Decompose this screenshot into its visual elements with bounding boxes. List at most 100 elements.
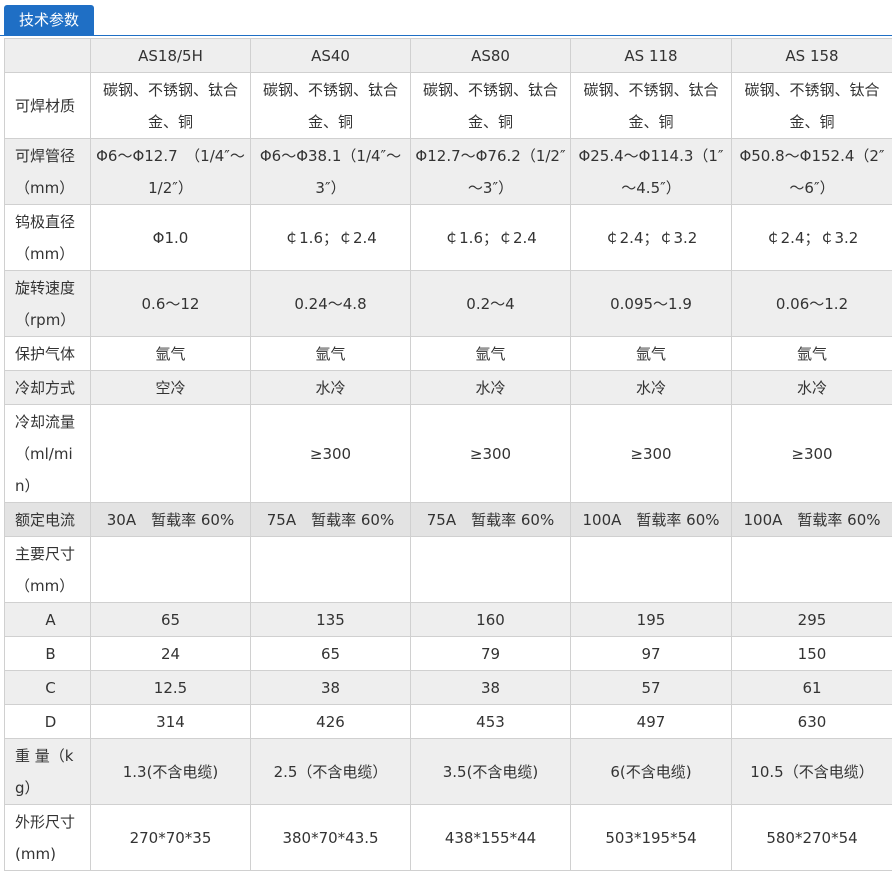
table-cell <box>731 536 892 603</box>
row-label: 重 量（kg） <box>4 738 91 805</box>
table-cell: ≥300 <box>410 404 571 503</box>
table-cell: 295 <box>731 602 892 637</box>
table-cell: ￠1.6；￠2.4 <box>410 204 571 271</box>
row-label: B <box>4 636 91 671</box>
table-cell: Φ6～Φ12.7 （1/4″～1/2″） <box>90 138 251 205</box>
table-cell: 75A 暂载率 60% <box>410 502 571 537</box>
table-cell: 100A 暂载率 60% <box>570 502 732 537</box>
table-cell: 79 <box>410 636 571 671</box>
table-row: 冷却流量（ml/min） ≥300 ≥300 ≥300 ≥300 <box>4 404 892 503</box>
table-cell: 195 <box>570 602 732 637</box>
table-cell: 150 <box>731 636 892 671</box>
table-cell: 空冷 <box>90 370 251 405</box>
row-label: 主要尺寸（mm） <box>4 536 91 603</box>
table-cell: 61 <box>731 670 892 705</box>
header-cell-as18: AS18/5H <box>90 38 251 73</box>
header-cell-as158: AS 158 <box>731 38 892 73</box>
header-cell-as40: AS40 <box>250 38 411 73</box>
table-cell: 75A 暂载率 60% <box>250 502 411 537</box>
row-label: 钨极直径（mm） <box>4 204 91 271</box>
row-label: C <box>4 670 91 705</box>
table-row: 冷却方式 空冷 水冷 水冷 水冷 水冷 <box>4 370 892 405</box>
table-row: 可焊管径（mm） Φ6～Φ12.7 （1/4″～1/2″） Φ6～Φ38.1（1… <box>4 138 892 205</box>
table-row: 额定电流 30A 暂载率 60% 75A 暂载率 60% 75A 暂载率 60%… <box>4 502 892 537</box>
table-cell: 65 <box>250 636 411 671</box>
table-cell: 6(不含电缆) <box>570 738 732 805</box>
table-cell <box>90 536 251 603</box>
table-cell <box>570 536 732 603</box>
table-cell: ≥300 <box>250 404 411 503</box>
table-cell: ￠2.4；￠3.2 <box>570 204 732 271</box>
table-row: 外形尺寸(mm) 270*70*35 380*70*43.5 438*155*4… <box>4 804 892 871</box>
table-row: B 24 65 79 97 150 <box>4 636 892 671</box>
row-label: 保护气体 <box>4 336 91 371</box>
table-cell: ≥300 <box>570 404 732 503</box>
table-cell: ≥300 <box>731 404 892 503</box>
row-label: 可焊管径（mm） <box>4 138 91 205</box>
table-row: 钨极直径（mm） Φ1.0 ￠1.6；￠2.4 ￠1.6；￠2.4 ￠2.4；￠… <box>4 204 892 271</box>
table-cell: 12.5 <box>90 670 251 705</box>
table-cell: 160 <box>410 602 571 637</box>
table-cell: 碳钢、不锈钢、钛合金、铜 <box>250 72 411 139</box>
table-cell: 氩气 <box>731 336 892 371</box>
table-cell: Φ1.0 <box>90 204 251 271</box>
table-cell: 30A 暂载率 60% <box>90 502 251 537</box>
table-cell: Φ50.8～Φ152.4（2″～6″） <box>731 138 892 205</box>
table-cell: 438*155*44 <box>410 804 571 871</box>
row-label: 冷却方式 <box>4 370 91 405</box>
table-cell: 氩气 <box>90 336 251 371</box>
table-cell: ￠1.6；￠2.4 <box>250 204 411 271</box>
table-cell: 38 <box>250 670 411 705</box>
table-cell: 1.3(不含电缆) <box>90 738 251 805</box>
table-header-row: AS18/5H AS40 AS80 AS 118 AS 158 <box>4 38 892 73</box>
table-cell: 0.06～1.2 <box>731 270 892 337</box>
table-cell <box>250 536 411 603</box>
header-cell-as118: AS 118 <box>570 38 732 73</box>
row-label: 外形尺寸(mm) <box>4 804 91 871</box>
table-cell: 碳钢、不锈钢、钛合金、铜 <box>570 72 732 139</box>
table-row: D 314 426 453 497 630 <box>4 704 892 739</box>
table-cell: 氩气 <box>250 336 411 371</box>
tab-tech-params[interactable]: 技术参数 <box>4 5 94 35</box>
table-cell: Φ6～Φ38.1（1/4″～3″） <box>250 138 411 205</box>
table-cell: 碳钢、不锈钢、钛合金、铜 <box>410 72 571 139</box>
table-cell: 57 <box>570 670 732 705</box>
header-underline <box>0 35 892 36</box>
table-cell: 氩气 <box>570 336 732 371</box>
table-row: 可焊材质 碳钢、不锈钢、钛合金、铜 碳钢、不锈钢、钛合金、铜 碳钢、不锈钢、钛合… <box>4 72 892 139</box>
table-cell: 497 <box>570 704 732 739</box>
table-cell: 0.2～4 <box>410 270 571 337</box>
table-cell: 碳钢、不锈钢、钛合金、铜 <box>90 72 251 139</box>
row-label: A <box>4 602 91 637</box>
table-row: C 12.5 38 38 57 61 <box>4 670 892 705</box>
table-cell: 380*70*43.5 <box>250 804 411 871</box>
row-label: D <box>4 704 91 739</box>
table-row: 主要尺寸（mm） <box>4 536 892 603</box>
table-cell: 2.5（不含电缆） <box>250 738 411 805</box>
table-cell <box>410 536 571 603</box>
table-cell: 0.095～1.9 <box>570 270 732 337</box>
table-cell: 580*270*54 <box>731 804 892 871</box>
table-cell: Φ25.4～Φ114.3（1″～4.5″） <box>570 138 732 205</box>
row-label: 可焊材质 <box>4 72 91 139</box>
table-cell: 100A 暂载率 60% <box>731 502 892 537</box>
table-cell: 270*70*35 <box>90 804 251 871</box>
header-cell-as80: AS80 <box>410 38 571 73</box>
table-cell: 24 <box>90 636 251 671</box>
table-cell: 38 <box>410 670 571 705</box>
table-cell: 0.24～4.8 <box>250 270 411 337</box>
table-row: 保护气体 氩气 氩气 氩气 氩气 氩气 <box>4 336 892 371</box>
table-row: 重 量（kg） 1.3(不含电缆) 2.5（不含电缆） 3.5(不含电缆) 6(… <box>4 738 892 805</box>
table-cell: 碳钢、不锈钢、钛合金、铜 <box>731 72 892 139</box>
table-row: 旋转速度（rpm） 0.6～12 0.24～4.8 0.2～4 0.095～1.… <box>4 270 892 337</box>
row-label: 旋转速度（rpm） <box>4 270 91 337</box>
table-cell: 630 <box>731 704 892 739</box>
table-cell: 3.5(不含电缆) <box>410 738 571 805</box>
table-cell: 97 <box>570 636 732 671</box>
section-header: 技术参数 <box>0 0 892 36</box>
table-row: A 65 135 160 195 295 <box>4 602 892 637</box>
table-cell: 水冷 <box>570 370 732 405</box>
table-cell: 314 <box>90 704 251 739</box>
table-cell: 503*195*54 <box>570 804 732 871</box>
table-cell: 10.5（不含电缆） <box>731 738 892 805</box>
